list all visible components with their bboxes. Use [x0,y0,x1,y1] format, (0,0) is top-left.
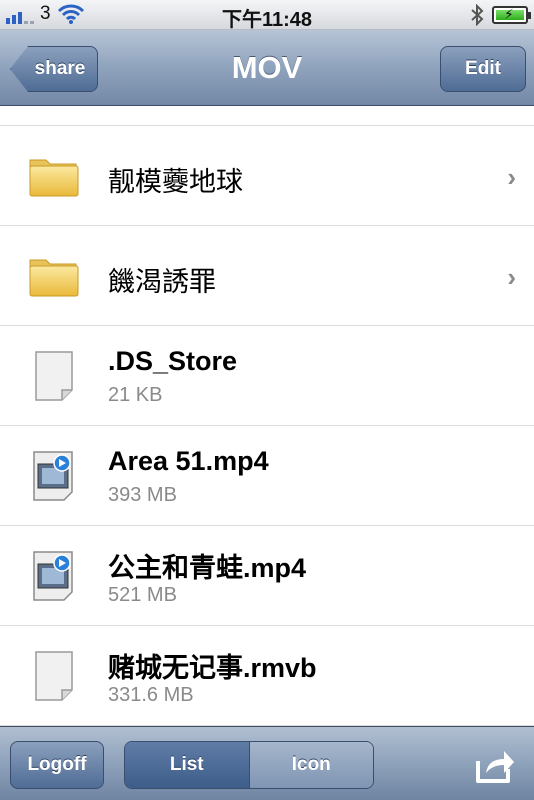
bottom-toolbar: Logoff List Icon [0,726,534,800]
battery-charging-icon: ⚡ [492,6,531,24]
item-name: 靓模虁地球 [108,167,243,197]
item-size: 393 MB [108,484,177,506]
document-icon [35,351,73,401]
item-name: 饑渴誘罪 [108,267,216,297]
bluetooth-icon [471,4,484,26]
share-arrow-icon[interactable] [474,745,516,785]
status-time: 下午11:48 [221,9,313,31]
icon-view-tab[interactable]: Icon [249,742,373,788]
video-file-icon [33,551,73,601]
item-name: .DS_Store [108,346,238,376]
list-item-file[interactable]: 赌城无记事.rmvb 331.6 MB [0,626,534,726]
list-item-file[interactable]: 公主和青蛙.mp4 521 MB [0,526,534,626]
chevron-right-icon: › [507,262,516,292]
item-name: 赌城无记事.rmvb [108,653,317,683]
chevron-right-icon: › [507,162,516,192]
status-right: ⚡ [470,4,531,26]
file-list: 靓模虁地球 › 饑渴誘罪 › .DS_Store 21 KB Area 51.m… [0,106,534,726]
folder-icon [29,159,79,197]
edit-button[interactable]: Edit [440,46,526,92]
list-item-file[interactable]: .DS_Store 21 KB [0,326,534,426]
item-size: 331.6 MB [108,684,194,706]
list-top-edge [0,106,534,126]
list-view-tab[interactable]: List [125,742,250,788]
video-file-icon [33,451,73,501]
status-bar: 3 下午11:48 ⚡ [0,0,534,31]
item-size: 521 MB [108,584,177,606]
list-item-folder[interactable]: 靓模虁地球 › [0,126,534,226]
list-item-file[interactable]: Area 51.mp4 393 MB [0,426,534,526]
item-name: Area 51.mp4 [108,446,269,476]
logoff-button[interactable]: Logoff [10,741,104,789]
item-name: 公主和青蛙.mp4 [108,553,307,583]
navigation-bar: share MOV Edit [0,30,534,106]
item-size: 21 KB [108,384,163,406]
view-segmented-control: List Icon [124,741,374,789]
list-item-folder[interactable]: 饑渴誘罪 › [0,226,534,326]
folder-icon [29,259,79,297]
document-icon [35,651,73,701]
